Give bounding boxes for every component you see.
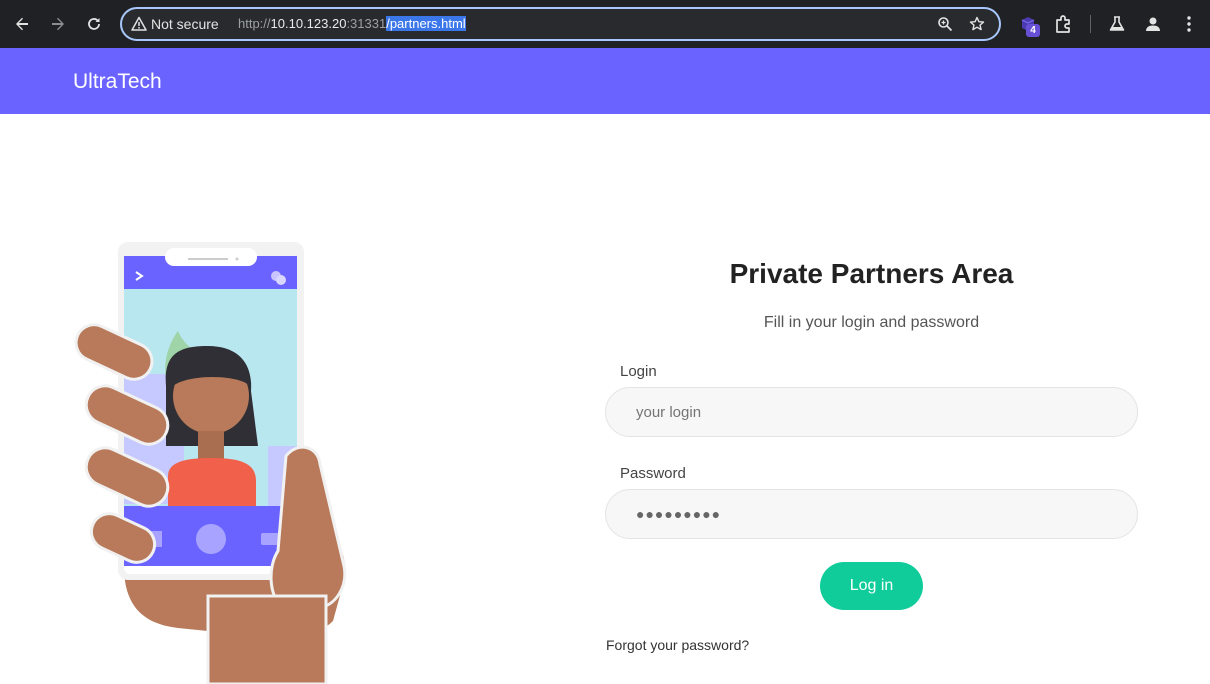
- url-text[interactable]: http://10.10.123.20:31331/partners.html: [238, 15, 466, 33]
- forward-arrow-icon[interactable]: [46, 12, 70, 36]
- site-header: UltraTech: [0, 48, 1210, 114]
- menu-dots-icon[interactable]: [1177, 12, 1201, 36]
- forgot-password-link[interactable]: Forgot your password?: [606, 636, 749, 654]
- brand-logo[interactable]: UltraTech: [73, 69, 162, 95]
- toolbar-divider: [1090, 15, 1091, 33]
- address-bar[interactable]: Not secure http://10.10.123.20:31331/par…: [120, 7, 1001, 41]
- url-path: /partners.html: [386, 16, 466, 31]
- login-label: Login: [620, 363, 657, 380]
- password-label: Password: [620, 465, 686, 482]
- url-host: 10.10.123.20: [270, 16, 347, 31]
- labs-flask-icon[interactable]: [1105, 12, 1129, 36]
- url-port: :31331: [346, 16, 387, 31]
- url-scheme: http://: [238, 16, 271, 31]
- warning-icon[interactable]: [131, 16, 147, 32]
- back-arrow-icon[interactable]: [10, 12, 34, 36]
- password-input[interactable]: ●●●●●●●●●: [605, 489, 1138, 539]
- puzzle-icon[interactable]: [1052, 12, 1076, 36]
- star-icon[interactable]: [969, 16, 985, 32]
- profile-icon[interactable]: [1141, 12, 1165, 36]
- login-input[interactable]: [605, 387, 1138, 437]
- zoom-icon[interactable]: [937, 16, 953, 32]
- form-title: Private Partners Area: [729, 258, 1014, 289]
- form-subtitle: Fill in your login and password: [763, 314, 980, 331]
- browser-toolbar: Not secure http://10.10.123.20:31331/par…: [0, 0, 1210, 48]
- phone-selfie-illustration: [74, 242, 347, 684]
- security-label[interactable]: Not secure: [151, 16, 219, 32]
- extension-badge: 4: [1026, 24, 1040, 37]
- login-button[interactable]: Log in: [820, 562, 923, 610]
- reload-icon[interactable]: [82, 12, 106, 36]
